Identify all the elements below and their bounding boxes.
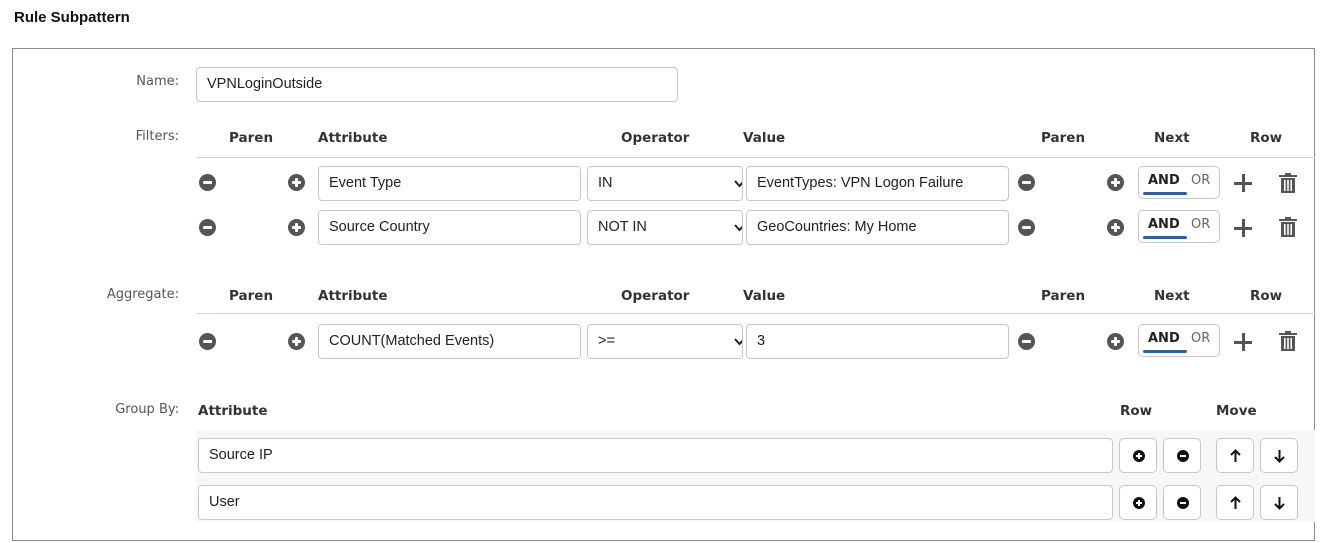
remove-close-paren-icon[interactable] <box>1018 174 1035 191</box>
filters-header-value: Value <box>743 130 786 146</box>
move-up-button[interactable] <box>1216 438 1254 473</box>
aggregate-header-attribute: Attribute <box>318 288 388 304</box>
next-and-option[interactable]: AND <box>1148 217 1180 232</box>
aggregate-header-paren-open: Paren <box>229 288 274 304</box>
filters-header-paren-close: Paren <box>1041 130 1086 146</box>
trash-icon[interactable] <box>1279 173 1297 193</box>
add-group-row-button[interactable] <box>1119 438 1157 473</box>
aggregate-header-paren-close: Paren <box>1041 288 1086 304</box>
group-by-attribute-input[interactable]: User <box>198 485 1113 520</box>
filters-label: Filters: <box>135 129 179 144</box>
add-group-row-button[interactable] <box>1119 485 1157 520</box>
next-or-option[interactable]: OR <box>1191 173 1210 188</box>
group-by-label: Group By: <box>115 402 179 417</box>
filter-operator-select[interactable]: NOT IN <box>587 210 743 245</box>
move-up-button[interactable] <box>1216 485 1254 520</box>
filter-value-input[interactable]: EventTypes: VPN Logon Failure <box>746 166 1009 201</box>
rule-subpattern-panel: Name: VPNLoginOutside Filters: Paren Att… <box>12 48 1315 541</box>
remove-open-paren-icon[interactable] <box>199 219 216 236</box>
filter-attribute-input[interactable]: Event Type <box>318 166 581 201</box>
name-label: Name: <box>136 74 179 89</box>
remove-open-paren-icon[interactable] <box>199 174 216 191</box>
selected-underline <box>1143 192 1187 195</box>
filters-header-paren-open: Paren <box>229 130 274 146</box>
plus-circle-icon <box>1133 450 1145 462</box>
aggregate-value-input[interactable]: 3 <box>746 324 1009 359</box>
arrow-up-icon <box>1230 496 1241 509</box>
group-by-header-attribute: Attribute <box>198 403 268 419</box>
aggregate-header-row: Row <box>1250 288 1283 304</box>
arrow-down-icon <box>1274 450 1285 463</box>
aggregate-header-next: Next <box>1154 288 1190 304</box>
selected-underline <box>1143 236 1187 239</box>
add-open-paren-icon[interactable] <box>288 174 305 191</box>
add-open-paren-icon[interactable] <box>288 333 305 350</box>
filters-header-operator: Operator <box>621 130 690 146</box>
next-and-or-toggle[interactable]: AND OR <box>1138 210 1220 243</box>
add-row-icon[interactable] <box>1234 219 1252 237</box>
move-down-button[interactable] <box>1260 438 1298 473</box>
aggregate-header-operator: Operator <box>621 288 690 304</box>
group-by-header-move: Move <box>1216 403 1257 419</box>
aggregate-attribute-input[interactable]: COUNT(Matched Events) <box>318 324 581 359</box>
minus-circle-icon <box>1177 450 1189 462</box>
plus-circle-icon <box>1133 497 1145 509</box>
aggregate-header-value: Value <box>743 288 786 304</box>
next-and-or-toggle[interactable]: AND OR <box>1138 166 1220 199</box>
aggregate-operator-select[interactable]: >= <box>587 324 743 359</box>
trash-icon[interactable] <box>1279 331 1297 351</box>
filter-operator-value: IN <box>598 175 613 191</box>
filters-header-divider <box>196 157 1315 158</box>
filter-operator-select[interactable]: IN <box>587 166 743 201</box>
trash-icon[interactable] <box>1279 217 1297 237</box>
filters-header-attribute: Attribute <box>318 130 388 146</box>
remove-open-paren-icon[interactable] <box>199 333 216 350</box>
remove-group-row-button[interactable] <box>1163 485 1201 520</box>
add-open-paren-icon[interactable] <box>288 219 305 236</box>
name-input[interactable]: VPNLoginOutside <box>196 67 678 102</box>
remove-group-row-button[interactable] <box>1163 438 1201 473</box>
add-close-paren-icon[interactable] <box>1107 333 1124 350</box>
selected-underline <box>1143 350 1187 353</box>
add-row-icon[interactable] <box>1234 174 1252 192</box>
next-and-option[interactable]: AND <box>1148 173 1180 188</box>
group-by-header-row: Row <box>1120 403 1153 419</box>
next-or-option[interactable]: OR <box>1191 331 1210 346</box>
page-title: Rule Subpattern <box>14 9 130 26</box>
aggregate-operator-value: >= <box>598 333 615 349</box>
aggregate-label: Aggregate: <box>106 287 179 302</box>
group-by-attribute-input[interactable]: Source IP <box>198 438 1113 473</box>
arrow-down-icon <box>1274 497 1285 510</box>
add-close-paren-icon[interactable] <box>1107 174 1124 191</box>
move-down-button[interactable] <box>1260 485 1298 520</box>
remove-close-paren-icon[interactable] <box>1018 333 1035 350</box>
filters-header-next: Next <box>1154 130 1190 146</box>
add-row-icon[interactable] <box>1234 333 1252 351</box>
aggregate-header-divider <box>196 313 1315 314</box>
next-and-option[interactable]: AND <box>1148 331 1180 346</box>
arrow-up-icon <box>1230 449 1241 462</box>
next-and-or-toggle[interactable]: AND OR <box>1138 324 1220 357</box>
filters-header-row: Row <box>1250 130 1283 146</box>
remove-close-paren-icon[interactable] <box>1018 219 1035 236</box>
add-close-paren-icon[interactable] <box>1107 219 1124 236</box>
filter-value-input[interactable]: GeoCountries: My Home <box>746 210 1009 245</box>
filter-attribute-input[interactable]: Source Country <box>318 210 581 245</box>
minus-circle-icon <box>1177 497 1189 509</box>
filter-operator-value: NOT IN <box>598 219 647 235</box>
next-or-option[interactable]: OR <box>1191 217 1210 232</box>
